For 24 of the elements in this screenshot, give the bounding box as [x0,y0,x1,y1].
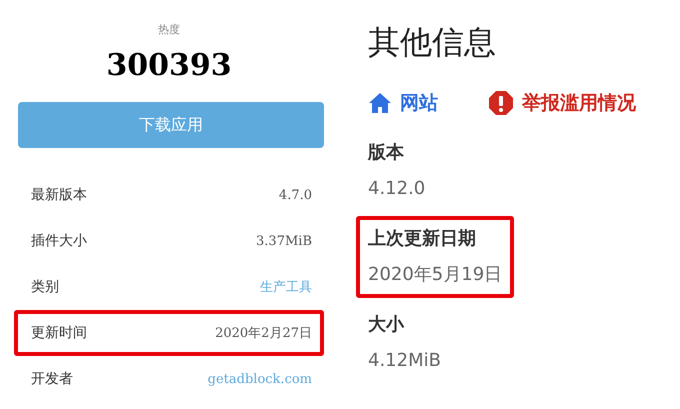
report-link[interactable]: 举报滥用情况 [488,90,636,116]
detail-value: 4.12.0 [368,177,426,201]
info-value: 3.37MiB [256,234,312,248]
info-value: 2020年2月27日 [215,325,312,342]
detail-value: 2020年5月19日 [368,263,502,287]
detail-label: 版本 [368,141,405,165]
info-label: 开发者 [31,370,73,388]
detail-value: 4.12MiB [368,349,441,373]
info-value: 4.7.0 [278,188,312,202]
info-link[interactable]: 生产工具 [260,278,312,296]
detail-label: 大小 [368,313,406,337]
popularity-value: 300393 [106,47,232,85]
download-button[interactable]: 下载应用 [18,102,324,148]
detail-label: 上次更新日期 [368,227,477,251]
home-icon [368,92,392,114]
info-label: 类别 [31,278,59,296]
section-title: 其他信息 [368,22,496,63]
website-link[interactable]: 网站 [368,90,438,116]
info-label: 最新版本 [31,186,87,204]
info-link[interactable]: getadblock.com [208,372,312,386]
info-label: 插件大小 [31,232,87,250]
info-label: 更新时间 [31,324,87,342]
alert-icon [488,90,514,116]
popularity-label: 热度 [158,22,180,38]
